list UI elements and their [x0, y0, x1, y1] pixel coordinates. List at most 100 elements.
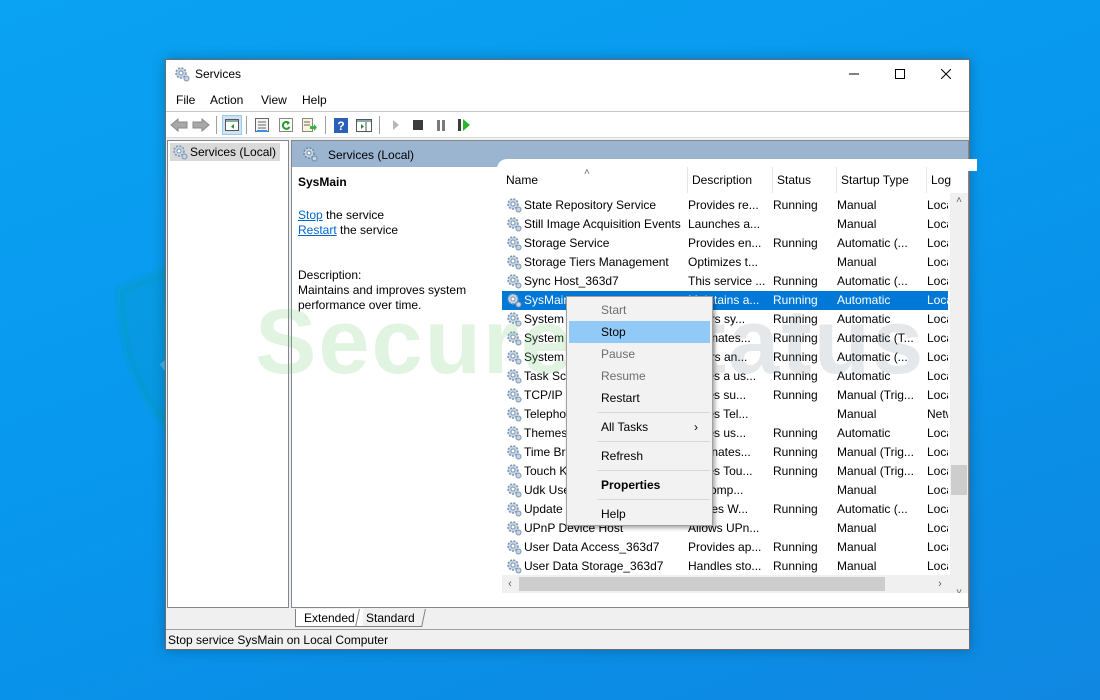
service-description: Launches a... [688, 217, 761, 231]
menu-action[interactable]: Action [210, 93, 243, 107]
window-title: Services [195, 67, 242, 81]
restart-service-button[interactable] [454, 115, 474, 135]
tree-item-label: Services (Local) [190, 145, 277, 159]
context-menu-item-restart[interactable]: Restart [569, 387, 710, 409]
service-log-on-as: Loca [927, 540, 948, 554]
help-icon: ? [334, 117, 348, 133]
service-startup-type: Automatic [837, 426, 891, 440]
service-row[interactable]: Storage Service Provides en... Running Auto… [502, 234, 948, 253]
service-gear-icon [507, 217, 522, 232]
context-menu-item-pause[interactable]: Pause [569, 343, 710, 365]
export-list-button[interactable] [300, 115, 320, 135]
service-row[interactable]: Sync Host_363d7 This service ... Running Au… [502, 272, 948, 291]
service-row[interactable]: User Data Storage_363d7 Handles sto... Run… [502, 557, 948, 576]
vertical-scrollbar[interactable]: ˄ ˅ [950, 193, 968, 593]
pause-service-button[interactable] [431, 115, 451, 135]
stop-service-link[interactable]: Stop [298, 208, 323, 222]
service-status: Running [773, 331, 818, 345]
service-gear-icon [507, 331, 522, 346]
services-gear-icon [303, 147, 318, 162]
service-description: Provides re... [688, 198, 759, 212]
service-startup-type: Manual [837, 540, 877, 554]
menu-separator [597, 499, 710, 500]
forward-button[interactable] [191, 115, 211, 135]
service-row[interactable]: State Repository Service Provides re... Ru… [502, 196, 948, 215]
selected-service-name: SysMain [298, 175, 347, 189]
service-startup-type: Automatic (... [837, 274, 908, 288]
menu-separator [597, 412, 710, 413]
console-tree-pane: Services (Local) [167, 140, 289, 608]
tree-item-services-local[interactable]: Services (Local) [170, 143, 281, 161]
horizontal-scrollbar[interactable]: ‹ › [502, 575, 950, 593]
scroll-left-icon[interactable]: ‹ [502, 575, 518, 593]
vertical-scroll-thumb[interactable] [951, 465, 967, 495]
restart-link-suffix: the service [336, 223, 399, 237]
service-startup-type: Automatic [837, 369, 891, 383]
service-log-on-as: Loca [927, 293, 948, 307]
stop-service-button[interactable] [408, 115, 428, 135]
status-text: Stop service SysMain on Local Computer [168, 633, 389, 647]
service-row[interactable]: Still Image Acquisition Events Launches a… [502, 215, 948, 234]
close-button[interactable] [923, 60, 969, 88]
tab-extended[interactable]: Extended [295, 609, 363, 627]
start-service-button[interactable] [386, 115, 406, 135]
service-startup-type: Automatic (... [837, 350, 908, 364]
scroll-up-icon[interactable]: ˄ [950, 193, 968, 209]
service-gear-icon [507, 483, 522, 498]
tab-standard-label: Standard [366, 611, 415, 625]
context-menu-item-start[interactable]: Start [569, 299, 710, 321]
scroll-down-icon[interactable]: ˅ [950, 585, 968, 593]
toolbar-separator [379, 116, 380, 134]
context-menu-item-stop[interactable]: Stop [569, 321, 710, 343]
context-menu-item-refresh[interactable]: Refresh [569, 445, 710, 467]
horizontal-scroll-thumb[interactable] [519, 577, 885, 591]
back-button[interactable] [169, 115, 189, 135]
show-hide-console-tree-button[interactable] [222, 115, 242, 135]
menu-file[interactable]: File [176, 93, 195, 107]
service-row[interactable]: Storage Tiers Management Optimizes t... Ma… [502, 253, 948, 272]
context-menu-item-properties[interactable]: Properties [569, 474, 710, 496]
menu-view[interactable]: View [261, 93, 287, 107]
service-log-on-as: Loca [927, 236, 948, 250]
submenu-chevron-icon: › [694, 420, 698, 434]
context-menu-item-all-tasks[interactable]: All Tasks › [569, 416, 710, 438]
properties-icon [255, 118, 269, 132]
minimize-button[interactable] [831, 60, 877, 88]
service-log-on-as: Loca [927, 521, 948, 535]
refresh-button[interactable] [276, 115, 296, 135]
services-gear-icon [175, 67, 190, 82]
maximize-button[interactable] [877, 60, 923, 88]
minimize-icon [849, 73, 859, 75]
context-menu-item-resume[interactable]: Resume [569, 365, 710, 387]
service-gear-icon [507, 407, 522, 422]
column-header-startup-type[interactable]: Startup Type [837, 167, 927, 193]
properties-button[interactable] [252, 115, 272, 135]
service-startup-type: Manual [837, 521, 877, 535]
show-hide-action-pane-button[interactable] [354, 115, 374, 135]
toolbar-separator [216, 116, 217, 134]
service-startup-type: Automatic (... [837, 502, 908, 516]
scroll-right-icon[interactable]: › [932, 575, 948, 593]
context-menu-item-help[interactable]: Help [569, 503, 710, 525]
service-name: User Data Access_363d7 [524, 540, 660, 554]
service-status: Running [773, 464, 818, 478]
menu-help[interactable]: Help [302, 93, 327, 107]
column-header-label: Startup Type [841, 173, 909, 187]
tab-standard[interactable]: Standard [355, 609, 426, 627]
console-tree-icon [225, 119, 239, 131]
service-startup-type: Manual [837, 483, 877, 497]
restart-service-link[interactable]: Restart [298, 223, 337, 237]
service-log-on-as: Loca [927, 559, 948, 573]
service-gear-icon [507, 312, 522, 327]
service-log-on-as: Loca [927, 331, 948, 345]
column-header-log-on-as[interactable]: Log [927, 167, 957, 193]
service-gear-icon [507, 350, 522, 365]
column-header-name[interactable]: ˄ Name [502, 167, 688, 193]
column-header-status[interactable]: Status [773, 167, 837, 193]
service-row[interactable]: User Data Access_363d7 Provides ap... Runn… [502, 538, 948, 557]
column-header-description[interactable]: Description [688, 167, 773, 193]
service-status: Running [773, 312, 818, 326]
service-name: Sync Host_363d7 [524, 274, 619, 288]
help-button[interactable]: ? [331, 115, 351, 135]
menu-separator [597, 441, 710, 442]
